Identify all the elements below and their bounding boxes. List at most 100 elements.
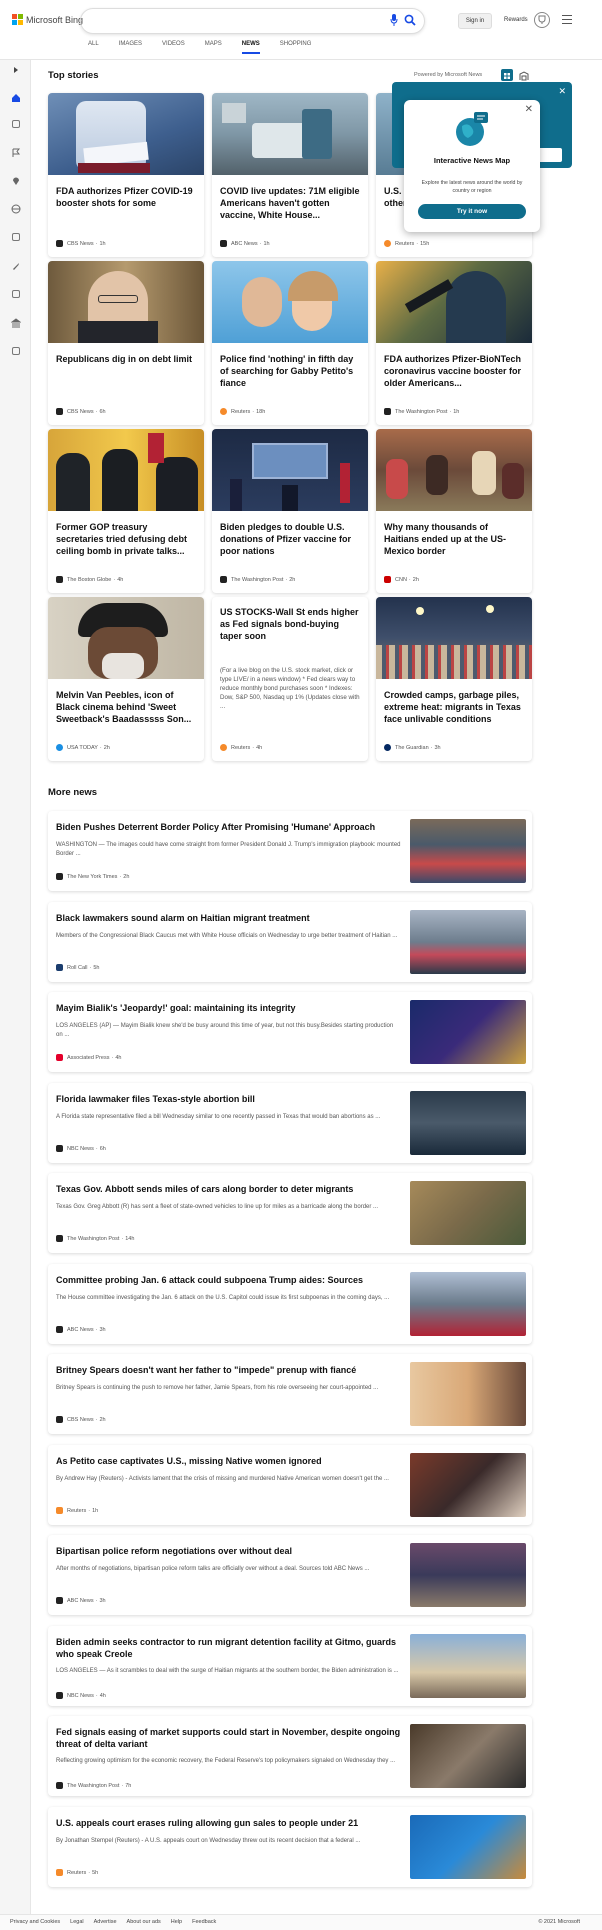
location-pin-icon[interactable] [11,176,21,186]
source-name: The Guardian [395,744,429,751]
source-logo-icon [56,1326,63,1333]
bing-logo[interactable]: Microsoft Bing [12,14,83,25]
more-news-thumbnail[interactable] [410,1362,526,1426]
more-news-item[interactable]: Black lawmakers sound alarm on Haitian m… [48,902,532,982]
more-news-source: The New York Times · 2h [56,873,129,880]
politics-building-icon[interactable] [11,318,21,328]
source-name: Reuters [67,1869,87,1876]
science-rocket-icon[interactable] [11,261,21,271]
more-news-thumbnail[interactable] [410,1543,526,1607]
entertainment-icon[interactable] [12,290,20,298]
more-news-source: Reuters · 1h [56,1507,98,1514]
microphone-icon[interactable] [390,14,398,26]
story-card[interactable]: Crowded camps, garbage piles, extreme he… [376,597,532,761]
source-logo-icon [56,1782,63,1789]
story-image [376,597,532,679]
story-card[interactable]: FDA authorizes Pfizer COVID-19 booster s… [48,93,204,257]
tab-videos[interactable]: VIDEOS [162,41,185,54]
source-name: Reuters [231,744,251,751]
story-card[interactable]: Republicans dig in on debt limit CBS New… [48,261,204,425]
more-news-item[interactable]: Texas Gov. Abbott sends miles of cars al… [48,1173,532,1253]
tab-shopping[interactable]: SHOPPING [280,41,312,54]
more-news-source: ABC News · 3h [56,1326,106,1333]
sign-in-button[interactable]: Sign in [458,13,492,29]
more-news-item[interactable]: Committee probing Jan. 6 attack could su… [48,1264,532,1344]
source-name: The Washington Post [231,576,284,583]
flag-icon[interactable] [11,148,21,158]
more-news-title: Fed signals easing of market supports co… [56,1727,401,1750]
close-icon[interactable]: ✕ [558,86,566,97]
tab-images[interactable]: IMAGES [119,41,142,54]
more-news-thumbnail[interactable] [410,1453,526,1517]
story-source: CBS News · 6h [56,408,106,415]
more-news-thumbnail[interactable] [410,1815,526,1879]
tab-news[interactable]: NEWS [241,41,260,54]
tab-all[interactable]: ALL [88,41,99,54]
more-news-thumbnail[interactable] [410,819,526,883]
story-card[interactable]: Biden pledges to double U.S. donations o… [212,429,368,593]
more-news-thumbnail[interactable] [410,1181,526,1245]
footer-link-about-ads[interactable]: About our ads [127,1919,161,1925]
story-card[interactable]: Melvin Van Peebles, icon of Black cinema… [48,597,204,761]
globe-icon[interactable] [11,204,21,214]
more-news-item[interactable]: Florida lawmaker files Texas-style abort… [48,1083,532,1163]
footer-link-help[interactable]: Help [171,1919,182,1925]
more-news-item[interactable]: Biden Pushes Deterrent Border Policy Aft… [48,811,532,891]
map-view-icon[interactable] [518,69,530,81]
rewards-label[interactable]: Rewards [504,17,528,23]
more-news-item[interactable]: Biden admin seeks contractor to run migr… [48,1626,532,1706]
more-news-thumbnail[interactable] [410,1724,526,1788]
story-card[interactable]: US STOCKS-Wall St ends higher as Fed sig… [212,597,368,761]
more-news-title: Texas Gov. Abbott sends miles of cars al… [56,1184,354,1194]
story-card[interactable]: COVID live updates: 71M eligible America… [212,93,368,257]
home-icon[interactable] [11,93,21,103]
try-it-now-button[interactable]: Try it now [418,204,526,219]
footer-link-legal[interactable]: Legal [70,1919,83,1925]
rewards-trophy-icon[interactable] [534,12,550,28]
story-card[interactable]: Why many thousands of Haitians ended up … [376,429,532,593]
more-news-thumbnail[interactable] [410,910,526,974]
story-title: Crowded camps, garbage piles, extreme he… [384,690,521,725]
trending-icon[interactable] [12,120,20,128]
footer-link-privacy[interactable]: Privacy and Cookies [10,1919,60,1925]
expand-chevron-icon[interactable] [12,66,20,74]
source-name: NBC News [67,1692,94,1699]
more-news-thumbnail[interactable] [410,1000,526,1064]
money-icon[interactable] [12,347,20,355]
sports-icon[interactable] [12,233,20,241]
powered-by-label: Powered by Microsoft News [414,72,483,78]
story-card[interactable]: Police find 'nothing' in fifth day of se… [212,261,368,425]
search-input[interactable] [80,8,425,34]
more-news-thumbnail[interactable] [410,1634,526,1698]
story-title: Republicans dig in on debt limit [56,354,193,364]
timestamp: 3h [99,1326,106,1333]
hamburger-menu-icon[interactable] [562,15,572,27]
more-news-item[interactable]: Bipartisan police reform negotiations ov… [48,1535,532,1615]
close-icon[interactable]: ✕ [525,104,533,115]
more-news-item[interactable]: Fed signals easing of market supports co… [48,1716,532,1796]
story-card[interactable]: FDA authorizes Pfizer-BioNTech coronavir… [376,261,532,425]
more-news-item[interactable]: Britney Spears doesn't want her father t… [48,1354,532,1434]
tab-maps[interactable]: MAPS [205,41,222,54]
search-icon[interactable] [404,14,416,26]
more-news-item[interactable]: As Petito case captivates U.S., missing … [48,1445,532,1525]
story-title: COVID live updates: 71M eligible America… [220,186,360,221]
story-title: Police find 'nothing' in fifth day of se… [220,354,354,389]
story-source: The Washington Post · 1h [384,408,459,415]
timestamp: 4h [115,1054,122,1061]
story-title: US STOCKS-Wall St ends higher as Fed sig… [220,607,359,642]
source-name: CBS News [67,408,94,415]
more-news-thumbnail[interactable] [410,1272,526,1336]
footer-link-feedback[interactable]: Feedback [192,1919,216,1925]
story-title: Biden pledges to double U.S. donations o… [220,522,352,557]
more-news-thumbnail[interactable] [410,1091,526,1155]
more-news-item[interactable]: U.S. appeals court erases ruling allowin… [48,1807,532,1887]
source-logo-icon [384,240,391,247]
more-news-item[interactable]: Mayim Bialik's 'Jeopardy!' goal: maintai… [48,992,532,1072]
story-card[interactable]: Former GOP treasury secretaries tried de… [48,429,204,593]
more-news-snippet: By Jonathan Stempel (Reuters) - A U.S. a… [56,1838,361,1844]
story-source: ABC News · 1h [220,240,270,247]
grid-view-icon[interactable] [501,69,513,81]
timestamp: 15h [420,240,430,247]
footer-link-advertise[interactable]: Advertise [94,1919,117,1925]
